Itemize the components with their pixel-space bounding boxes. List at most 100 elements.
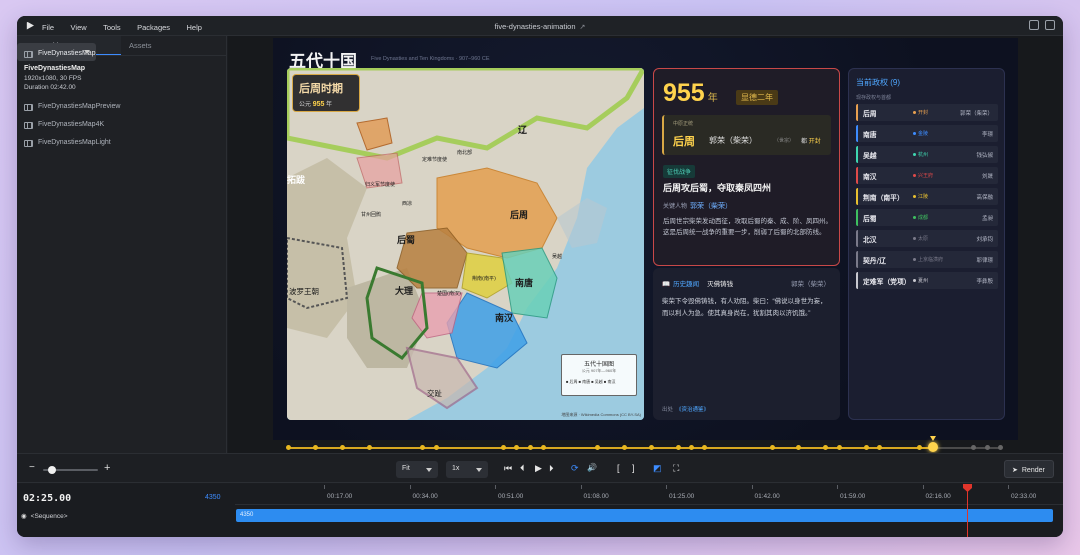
- regime-ruler: 高保融: [976, 195, 993, 201]
- story-card: 📖 历史趣闻 灭佛铸钱 郭荣（柴荣） 柴荣下令毁佛铸钱，有人劝阻。柴曰：“佛说以身世为…: [653, 268, 840, 420]
- toggle-sidebar-icon[interactable]: [1029, 20, 1039, 30]
- year-dot[interactable]: [527, 445, 533, 450]
- fit-select[interactable]: Fit: [396, 461, 438, 478]
- year-dot[interactable]: [998, 445, 1003, 450]
- event-title: 后周攻后蜀，夺取秦凤四州: [663, 183, 772, 193]
- year-dot[interactable]: [836, 445, 842, 450]
- preview-stage: 五代十国 Five Dynasties and Ten Kingdoms · 9…: [228, 36, 1063, 469]
- year-dot[interactable]: [312, 445, 318, 450]
- map-label-nanbei: 南北部: [457, 150, 473, 156]
- story-title: 灭佛铸钱: [707, 281, 734, 288]
- year-dot[interactable]: [796, 445, 802, 450]
- era-year-line: 公元 955 年: [299, 99, 353, 108]
- regime-name: 吴越: [863, 152, 877, 160]
- map-label-dali: 大理: [395, 287, 414, 297]
- current-year-marker[interactable]: [927, 442, 938, 452]
- external-link-icon[interactable]: ↗: [580, 24, 586, 31]
- app-window: File View Tools Packages Help five-dynas…: [17, 16, 1063, 537]
- ruler-dynasty: 后周: [673, 136, 695, 148]
- year-dot[interactable]: [514, 445, 520, 450]
- capital-name: 开封: [808, 139, 821, 145]
- map-label-wuyue: 吴越: [552, 254, 563, 260]
- zoom-out-button[interactable]: −: [29, 462, 35, 473]
- regime-capital: 兴王府: [913, 172, 933, 179]
- year-dot[interactable]: [594, 445, 600, 450]
- picture-in-picture-icon[interactable]: ◩: [653, 463, 662, 473]
- year-dot[interactable]: [877, 445, 883, 450]
- year-dot[interactable]: [769, 445, 775, 450]
- composition-item[interactable]: FiveDynastiesMap: [17, 43, 96, 61]
- regimes-subtitle: 现存政权与首都: [856, 95, 892, 101]
- zoom-slider[interactable]: [43, 466, 98, 474]
- year-dot[interactable]: [339, 445, 345, 450]
- playhead[interactable]: [967, 484, 968, 537]
- composition-item[interactable]: FiveDynastiesMapPreview: [17, 98, 226, 116]
- historical-map: 后周 后蜀 南唐 南汉 大理 辽 吴越 荆南(南平) 楚国(南汉) 归义军节度使…: [287, 68, 644, 420]
- fullscreen-icon[interactable]: ⛶: [673, 463, 679, 473]
- year-dot[interactable]: [984, 445, 990, 450]
- year-dot[interactable]: [433, 445, 439, 450]
- mark-in-icon[interactable]: [: [617, 463, 620, 473]
- sequence-label[interactable]: ◉ <Sequence>: [21, 512, 68, 520]
- toggle-panel-icon[interactable]: [1045, 20, 1055, 30]
- source-name: 《资治通鉴》: [676, 407, 710, 413]
- era-prefix: 公元: [299, 102, 312, 108]
- regime-name: 契丹/辽: [863, 257, 886, 265]
- regime-capital: 开封: [913, 109, 928, 116]
- year-dot[interactable]: [500, 445, 506, 450]
- regime-row: 吴越 杭州 钱弘俶: [856, 146, 998, 163]
- regime-row: 定难军（党项） 夏州 李彝殷: [856, 272, 998, 289]
- year-dot[interactable]: [702, 445, 708, 450]
- time-tick: 02:16.00: [922, 485, 951, 500]
- mark-out-icon[interactable]: ]: [632, 463, 635, 473]
- time-tick: 01:59.00: [836, 485, 866, 500]
- step-forward-icon[interactable]: ⏵: [549, 463, 554, 473]
- regime-name: 后周: [863, 110, 877, 118]
- regime-row: 北汉 太原 刘承钧: [856, 230, 998, 247]
- year-dot[interactable]: [648, 445, 654, 450]
- step-back-icon[interactable]: ⏴: [520, 463, 525, 473]
- regime-ruler: 孟昶: [981, 216, 993, 222]
- year-dot[interactable]: [366, 445, 372, 450]
- volume-icon[interactable]: 🔊: [587, 463, 597, 473]
- year-dot[interactable]: [689, 445, 695, 450]
- event-year-value: 955: [663, 79, 705, 107]
- year-dot[interactable]: [541, 445, 547, 450]
- era-title: 后周时期: [299, 82, 343, 95]
- event-description: 后周世宗柴荣发动西征，攻取后蜀的秦、成、阶、凤四州。这是后周统一战争的重要一步，…: [663, 218, 832, 236]
- zoom-slider-knob[interactable]: [47, 466, 56, 474]
- map-label-guiyi: 归义军节度使: [365, 182, 396, 188]
- skip-back-icon[interactable]: ⏮: [504, 463, 512, 473]
- eye-icon[interactable]: ◉: [21, 513, 27, 520]
- render-button[interactable]: ➤ Render: [1004, 460, 1054, 478]
- zoom-in-button[interactable]: +: [104, 462, 110, 474]
- sequence-track[interactable]: 4350: [236, 509, 1053, 522]
- map-legend: 五代十国图 公元 907年—960年 ■ 后周 ■ 南唐 ■ 吴越 ■ 南汉: [561, 354, 637, 396]
- year-dot[interactable]: [621, 445, 627, 450]
- speed-select[interactable]: 1x: [446, 461, 488, 478]
- play-icon[interactable]: ▶: [535, 463, 542, 473]
- loop-icon[interactable]: ⟳: [571, 463, 579, 473]
- year-dot[interactable]: [823, 445, 829, 450]
- composition-item-label: FiveDynastiesMapLight: [38, 139, 111, 146]
- time-ruler[interactable]: 00:17.00 00:34.00 00:51.00 01:08.00 01:25.00…: [235, 484, 1063, 505]
- year-dot[interactable]: [420, 445, 426, 450]
- map-credit: 地图来源 · Wikimedia Commons (CC BY-SA): [561, 412, 641, 417]
- timeline-remaining: [932, 447, 1000, 449]
- time-tick: 00:51.00: [494, 485, 524, 500]
- story-label: 历史趣闻: [673, 281, 700, 288]
- composition-item[interactable]: FiveDynastiesMapLight: [17, 134, 226, 152]
- year-dot[interactable]: [917, 445, 923, 450]
- year-dot[interactable]: [863, 445, 869, 450]
- year-dot[interactable]: [675, 445, 681, 450]
- year-dot[interactable]: [971, 445, 977, 450]
- legend-key: ■ 后周 ■ 南唐 ■ 吴越 ■ 南汉: [566, 379, 616, 384]
- year-dot[interactable]: [286, 445, 291, 450]
- legend-title: 五代十国图: [583, 361, 614, 368]
- era-suffix: 年: [326, 102, 333, 108]
- preview-canvas[interactable]: 五代十国 Five Dynasties and Ten Kingdoms · 9…: [273, 38, 1018, 440]
- tab-assets[interactable]: Assets: [121, 36, 225, 55]
- time-tick: 01:08.00: [580, 485, 609, 500]
- composition-item[interactable]: FiveDynastiesMap4K: [17, 116, 226, 134]
- regime-capital: 上京临潢府: [913, 256, 943, 263]
